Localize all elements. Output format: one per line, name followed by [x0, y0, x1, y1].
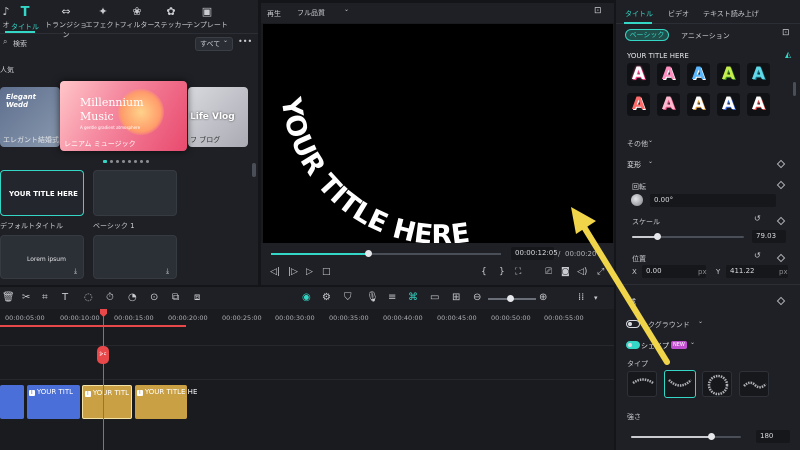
annotation-arrow [571, 207, 670, 365]
arrow-shaft [581, 224, 670, 365]
